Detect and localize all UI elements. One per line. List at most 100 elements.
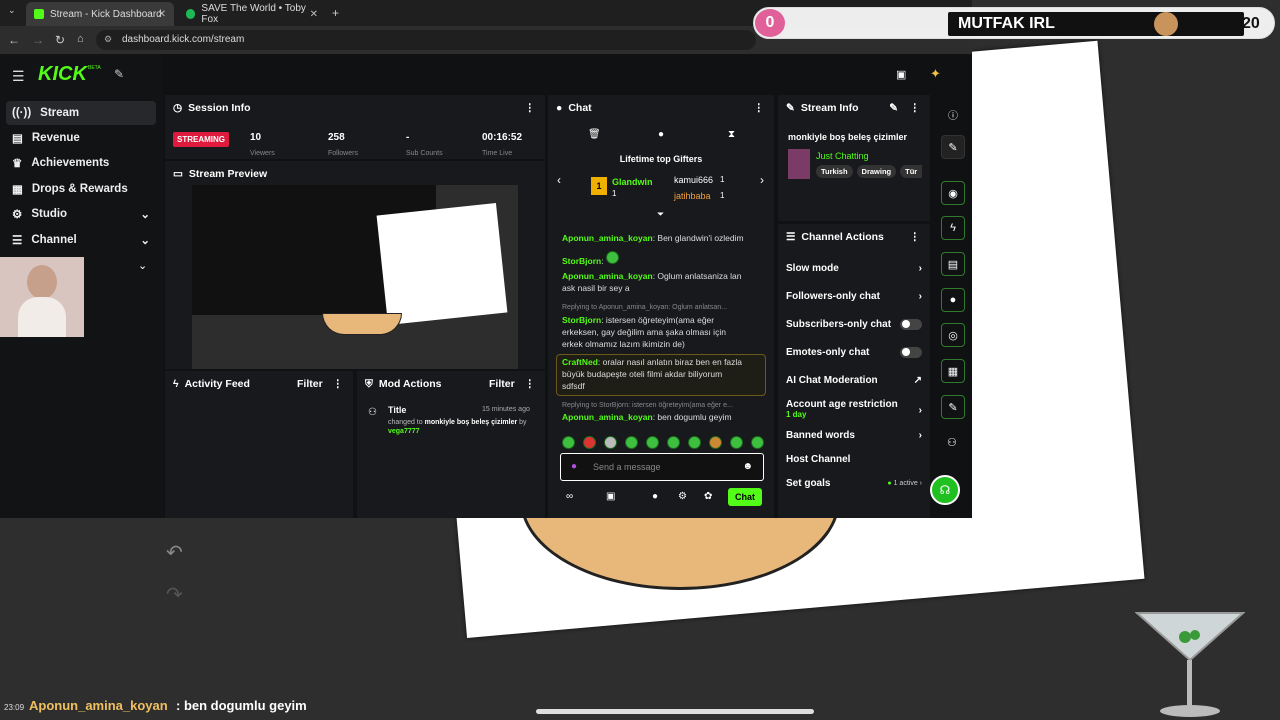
tab-list-icon[interactable]: ⌄ — [8, 5, 16, 16]
chevron-right-icon[interactable]: › — [760, 173, 764, 187]
store-icon[interactable]: ▣ — [606, 491, 615, 502]
sidebar-item-stream[interactable]: ((·)) Stream — [6, 101, 156, 125]
more-icon[interactable]: ⋮ — [525, 378, 536, 390]
chevron-down-icon[interactable]: ⌄ — [138, 259, 147, 272]
chat-message: StorBjorn: — [548, 251, 763, 267]
chat-input[interactable]: ● Send a message ☻ — [560, 453, 764, 481]
edit-icon[interactable]: ✎ — [941, 135, 965, 159]
screen-icon[interactable]: ▣ — [896, 68, 906, 81]
send-chat-button[interactable]: Chat — [728, 488, 762, 506]
sidebar-item-label: Studio — [31, 208, 68, 220]
more-icon[interactable]: ⋮ — [333, 378, 344, 390]
microphone-icon[interactable]: ● — [571, 461, 577, 472]
list-icon[interactable]: ▦ — [941, 359, 965, 383]
gifter-name: kamui666 — [674, 175, 714, 185]
emote-icon[interactable] — [751, 436, 764, 449]
new-tab-icon[interactable]: + — [332, 6, 339, 20]
sidebar-item-channel[interactable]: ☰ Channel ⌄ — [6, 228, 156, 252]
emote-icon[interactable] — [667, 436, 680, 449]
broadcast-icon[interactable]: ◎ — [941, 323, 965, 347]
infinity-icon[interactable]: ∞ — [566, 491, 573, 502]
home-icon[interactable]: ⌂ — [77, 33, 84, 45]
undo-icon: ↶ — [166, 542, 183, 564]
settings-icon[interactable]: ⚙ — [678, 491, 687, 502]
chevron-left-icon[interactable]: ‹ — [557, 173, 561, 187]
sidebar-item-achievements[interactable]: ♛ Achievements — [6, 151, 156, 175]
redo-icon: ↷ — [166, 584, 183, 606]
reload-icon[interactable]: ↻ — [55, 33, 65, 47]
tab-save-the-world[interactable]: SAVE The World • Toby Fox ✕ — [178, 2, 326, 26]
site-info-icon[interactable]: ⚙ — [104, 34, 112, 45]
chevron-down-icon: ⌄ — [140, 235, 150, 247]
more-icon[interactable]: ⋮ — [910, 231, 921, 243]
forward-icon[interactable]: → — [32, 33, 44, 47]
document-icon[interactable]: ▤ — [941, 252, 965, 276]
tab-title: Stream - Kick Dashboard — [50, 8, 162, 20]
support-icon[interactable]: ☊ — [930, 475, 960, 505]
viewers-value: 10 — [250, 132, 262, 143]
more-icon[interactable]: ⋮ — [525, 102, 536, 114]
tab-kick-dashboard[interactable]: Stream - Kick Dashboard ✕ — [26, 2, 174, 26]
trash-icon[interactable]: 🗑 — [588, 129, 601, 140]
menu-icon[interactable]: ☰ — [12, 68, 25, 85]
kick-logo[interactable]: KICK — [38, 63, 87, 86]
streaming-badge: STREAMING — [173, 132, 229, 147]
sparkle-icon[interactable]: ✦ — [930, 66, 941, 82]
more-icon[interactable]: ⋮ — [754, 102, 765, 114]
message-icon[interactable]: ● — [658, 129, 664, 140]
ai-moderation-row[interactable]: AI Chat Moderation ↗ — [778, 366, 930, 394]
martini-glass-image — [1135, 612, 1245, 717]
category-link[interactable]: Just Chatting — [816, 151, 869, 161]
hourglass-icon[interactable]: ⧗ — [728, 129, 735, 140]
emote-icon[interactable] — [562, 436, 575, 449]
time-live-value: 00:16:52 — [482, 132, 523, 143]
emote-icon[interactable] — [646, 436, 659, 449]
emoji-icon[interactable]: ☻ — [742, 461, 753, 472]
more-icon[interactable]: ⋮ — [910, 102, 921, 114]
wrench-icon[interactable]: ✎ — [941, 395, 965, 419]
camera-icon[interactable]: ◉ — [941, 181, 965, 205]
slow-mode-row[interactable]: Slow mode › — [778, 254, 930, 282]
chat-icon[interactable]: ● — [941, 288, 965, 312]
close-tab-icon[interactable]: ✕ — [158, 9, 166, 20]
sidebar-item-drops[interactable]: ▦ Drops & Rewards — [6, 177, 156, 201]
emote-icon[interactable] — [730, 436, 743, 449]
panel-title: Stream Preview — [188, 168, 268, 180]
emote-icon[interactable] — [604, 436, 617, 449]
tools-icon[interactable]: ✎ — [114, 67, 124, 81]
users-icon[interactable]: ⚇ — [947, 436, 957, 449]
edit-icon[interactable]: ✎ — [889, 102, 898, 114]
stream-preview-video[interactable] — [192, 185, 518, 369]
emote-icon[interactable] — [625, 436, 638, 449]
emote-icon[interactable] — [583, 436, 596, 449]
category-thumbnail — [788, 149, 810, 179]
emotes-only-toggle[interactable] — [900, 346, 922, 358]
back-icon[interactable]: ← — [8, 33, 20, 47]
time-live-label: Time Live — [482, 150, 513, 157]
url-field[interactable]: ⚙ dashboard.kick.com/stream — [96, 30, 756, 50]
set-goals-row[interactable]: Set goals ● 1 active › — [778, 469, 930, 497]
sidebar-item-revenue[interactable]: ▤ Revenue — [6, 126, 156, 150]
gifter-name: Glandwin — [612, 177, 653, 187]
bolt-icon[interactable]: ϟ — [941, 216, 965, 240]
followers-only-row[interactable]: Followers-only chat › — [778, 282, 930, 310]
emote-icon[interactable] — [688, 436, 701, 449]
emote-icon[interactable] — [709, 436, 722, 449]
close-tab-icon[interactable]: ✕ — [310, 9, 318, 20]
filter-button[interactable]: Filter — [297, 378, 323, 390]
gift-icon[interactable]: ✿ — [704, 491, 712, 502]
sub-counts-label: Sub Counts — [406, 150, 443, 157]
screen: ↶ ↷ ⌄ Stream - Kick Dashboard ✕ SAVE The… — [0, 0, 1280, 720]
sidebar-item-studio[interactable]: ⚙ Studio ⌄ — [6, 202, 156, 226]
overlay-username: Aponun_amina_koyan — [29, 698, 168, 713]
rank-badge: 1 — [591, 177, 607, 195]
subscribers-only-toggle[interactable] — [900, 318, 922, 330]
filter-button[interactable]: Filter — [489, 378, 515, 390]
sidebar-item-label: Stream — [40, 107, 80, 119]
info-icon[interactable]: ⓘ — [948, 107, 958, 122]
tag: Drawing — [856, 165, 897, 178]
tool-icon: ✎ — [786, 102, 795, 114]
message-icon[interactable]: ● — [652, 491, 658, 502]
external-link-icon: ↗ — [913, 374, 922, 386]
collapse-icon[interactable]: ⏷ — [657, 209, 664, 220]
